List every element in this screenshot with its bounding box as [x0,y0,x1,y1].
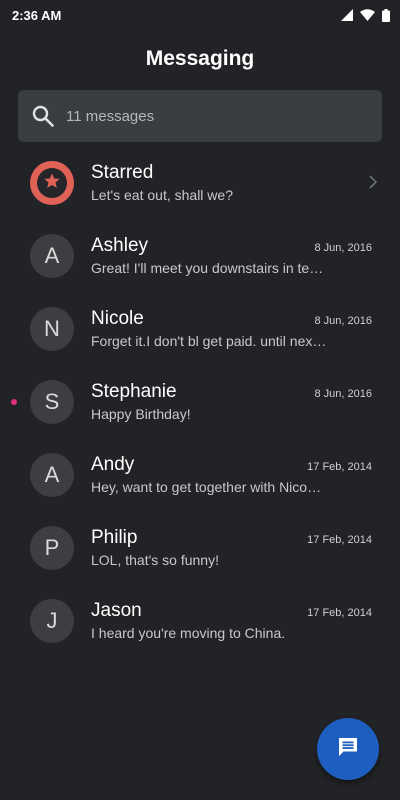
conversation-date: 8 Jun, 2016 [314,388,373,400]
conversation-ashley[interactable]: A Ashley 8 Jun, 2016 Great! I'll meet yo… [0,219,400,292]
compose-message-icon [336,735,360,764]
conversation-andy[interactable]: A Andy 17 Feb, 2014 Hey, want to get tog… [0,438,400,511]
unread-indicator [11,399,17,405]
search-bar[interactable]: 11 messages [18,90,382,142]
avatar: N [30,306,74,351]
conversation-list: Starred Let's eat out, shall we? A Ashle… [0,146,400,657]
conversation-starred[interactable]: Starred Let's eat out, shall we? [0,146,400,219]
compose-message-button[interactable] [317,718,379,780]
conversation-name: Ashley [91,235,149,256]
wifi-icon [360,9,375,21]
search-input[interactable]: 11 messages [66,108,154,125]
conversation-stephanie[interactable]: S Stephanie 8 Jun, 2016 Happy Birthday! [0,365,400,438]
conversation-snippet: Let's eat out, shall we? [91,187,233,203]
conversation-nicole[interactable]: N Nicole 8 Jun, 2016 Forget it.I don't b… [0,292,400,365]
status-time: 2:36 AM [12,7,62,23]
conversation-name: Jason [91,600,142,621]
conversation-name: Starred [91,162,154,183]
conversation-snippet: Hey, want to get together with Nico… [91,479,322,495]
conversation-philip[interactable]: P Philip 17 Feb, 2014 LOL, that's so fun… [0,511,400,584]
conversation-snippet: LOL, that's so funny! [91,552,219,568]
avatar: S [30,379,74,424]
avatar: A [30,452,74,497]
conversation-date: 8 Jun, 2016 [314,315,373,327]
status-bar: 2:36 AM [0,0,400,30]
page-title: Messaging [145,47,255,70]
avatar [30,160,74,205]
conversation-name: Philip [91,527,138,548]
conversation-snippet: Happy Birthday! [91,406,191,422]
conversation-snippet: Great! I'll meet you downstairs in te… [91,260,324,276]
conversation-jason[interactable]: J Jason 17 Feb, 2014 I heard you're movi… [0,584,400,657]
avatar: P [30,525,74,570]
conversation-date: 17 Feb, 2014 [307,607,372,619]
conversation-date: 8 Jun, 2016 [314,242,373,254]
signal-icon [341,9,353,21]
battery-icon [382,8,390,22]
conversation-name: Andy [91,454,135,475]
conversation-name: Stephanie [91,381,177,402]
conversation-date: 17 Feb, 2014 [307,534,372,546]
star-icon [43,170,61,196]
avatar: A [30,233,74,278]
conversation-snippet: Forget it.I don't bl get paid. until nex… [91,333,327,349]
search-icon [32,105,54,127]
conversation-snippet: I heard you're moving to China. [91,625,286,641]
conversation-date: 17 Feb, 2014 [307,461,372,473]
chevron-right-icon [368,174,378,195]
avatar: J [30,598,74,643]
status-icons [341,8,390,22]
conversation-name: Nicole [91,308,144,329]
